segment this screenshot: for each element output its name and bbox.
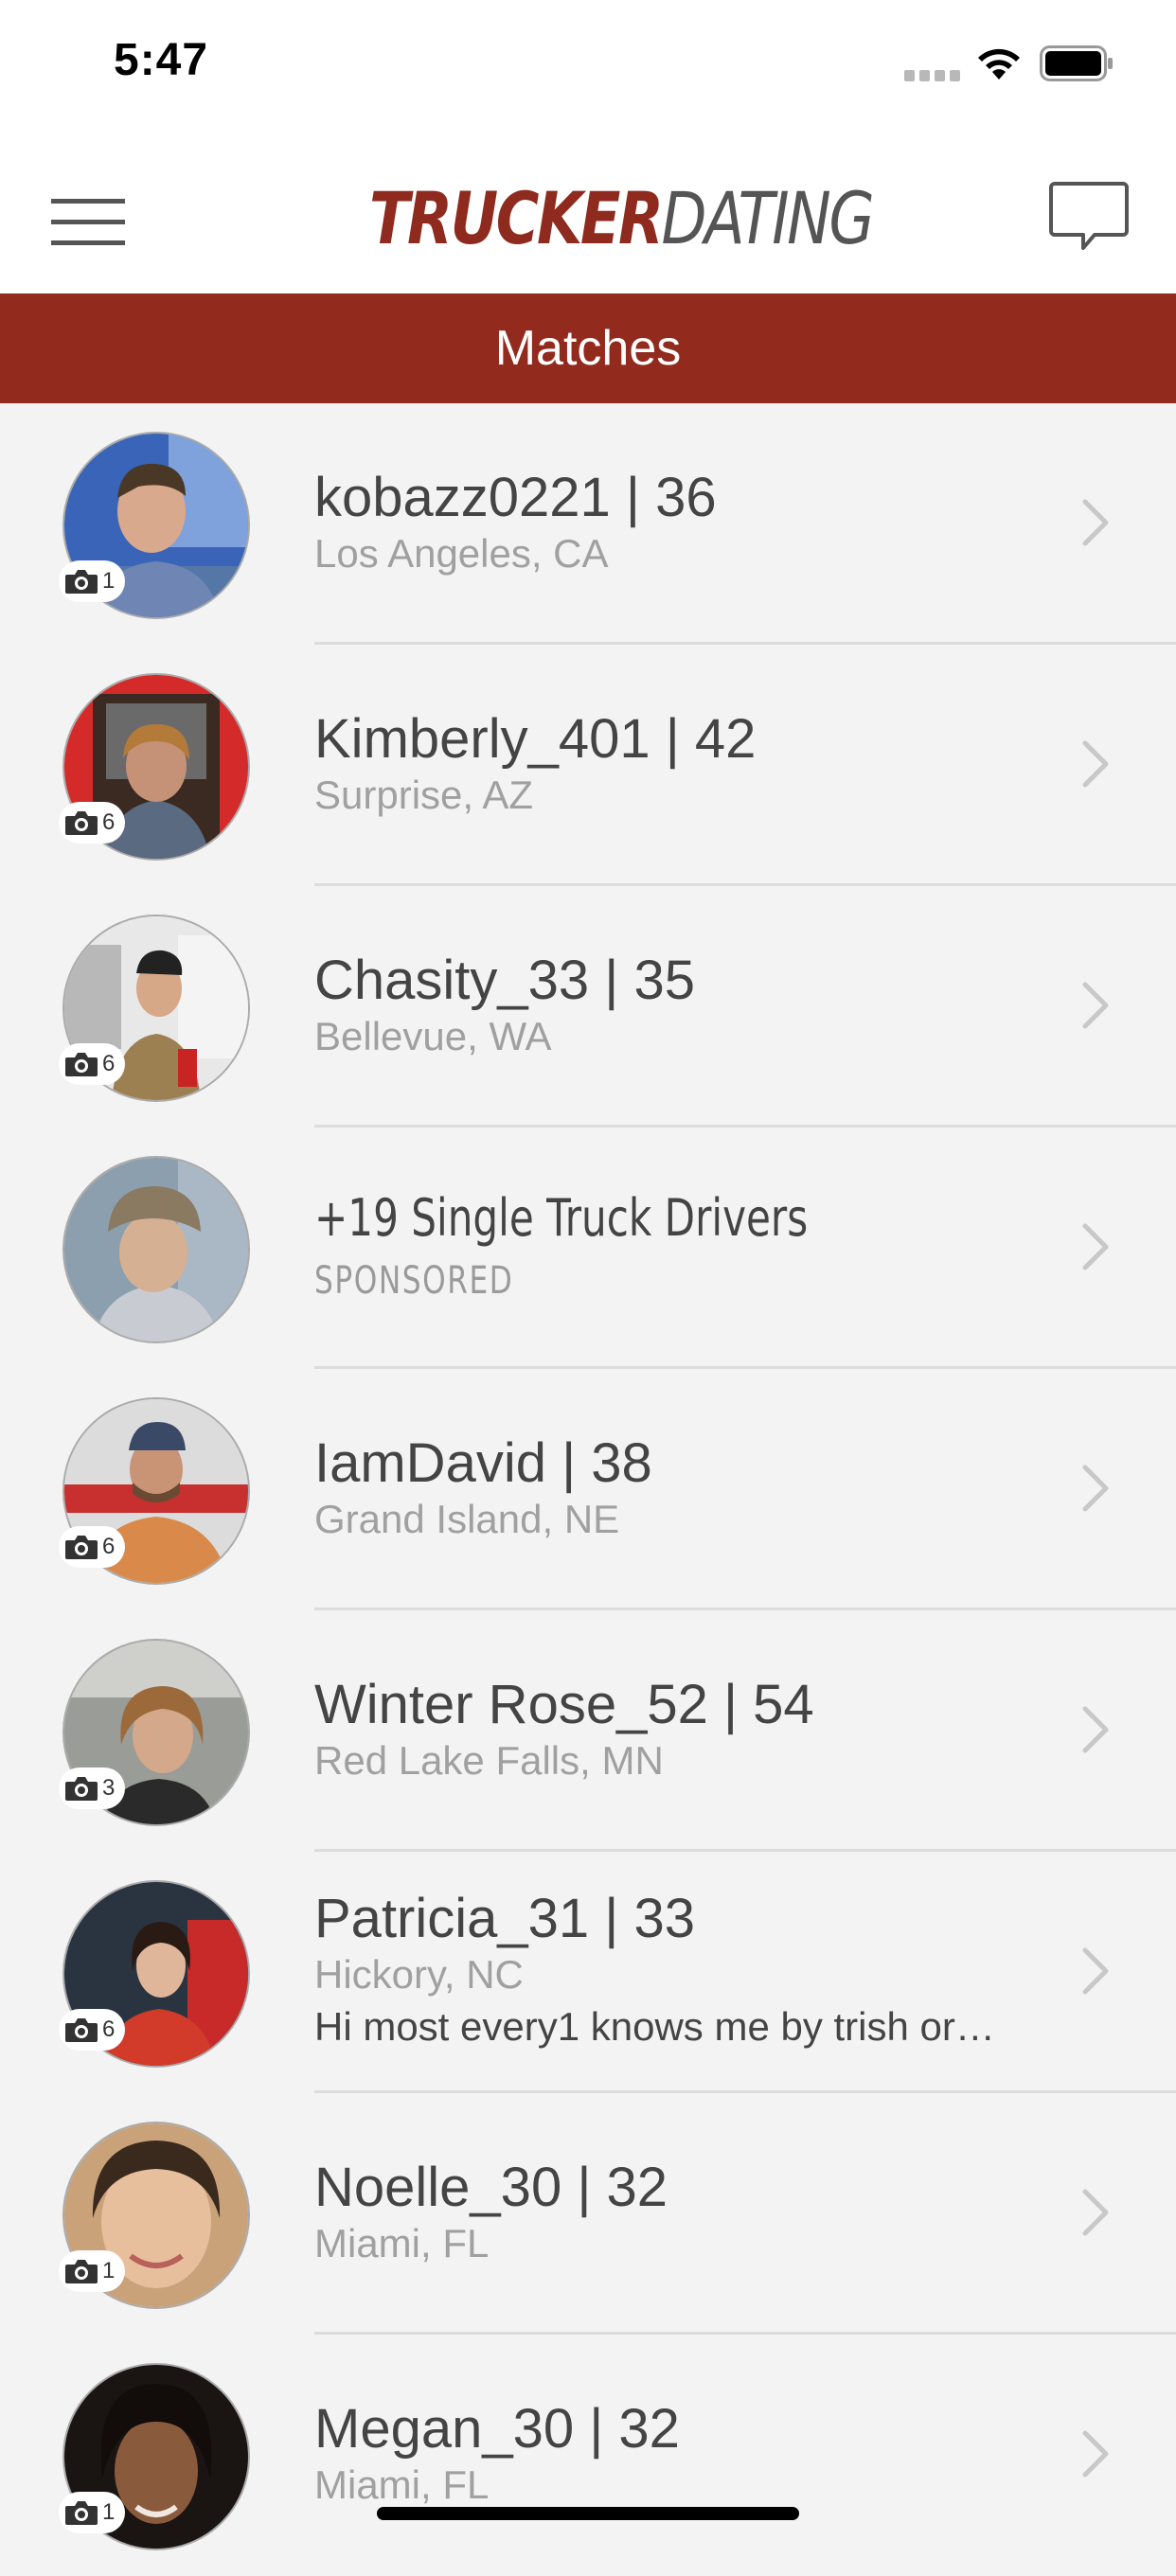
avatar-container: 3 [59,1639,250,1826]
chevron-right-icon [1082,2189,1109,2236]
sponsored-title: +19 Single Truck Drivers [314,1188,809,1248]
match-name: kobazz0221 | 36 [314,467,717,528]
status-bar: 5:47 [0,0,1176,133]
list-item[interactable]: 6 Kimberly_401 | 42 Surprise, AZ [0,645,1176,886]
sponsored-label: SPONSORED [314,1259,514,1303]
camera-icon [65,811,98,835]
photo-count: 1 [102,2499,116,2525]
match-location: Miami, FL [314,2462,490,2507]
chevron-right-icon [1082,1465,1109,1512]
photo-count: 1 [102,568,116,594]
photo-count: 3 [102,1775,116,1801]
photo-count: 6 [102,1534,116,1559]
match-location: Hickory, NC [314,1952,524,1997]
avatar-container: 6 [59,673,250,861]
photo-count-badge: 6 [59,1043,125,1085]
avatar-container: 1 [59,2363,250,2550]
avatar-container: 1 [59,432,250,619]
match-location: Surprise, AZ [314,773,534,817]
matches-list: 1 kobazz0221 | 36 Los Angeles, CA 6 Kimb… [0,403,1176,2576]
photo-count-badge: 3 [59,1768,125,1809]
match-location: Los Angeles, CA [314,531,609,576]
logo-text-dating: DATING [661,176,874,260]
match-bio-snippet: Hi most every1 knows me by trish or… [314,2004,995,2049]
photo-count: 1 [102,2258,116,2283]
photo-count: 6 [102,809,116,835]
status-time: 5:47 [114,35,209,85]
photo-count-badge: 1 [59,560,125,602]
photo-count-badge: 1 [59,2492,125,2533]
match-location: Red Lake Falls, MN [314,1738,664,1783]
avatar-container: 6 [59,915,250,1102]
list-item[interactable]: 3 Winter Rose_52 | 54 Red Lake Falls, MN [0,1610,1176,1852]
photo-count-badge: 6 [59,1526,125,1568]
list-item[interactable]: 1 Megan_30 | 32 Miami, FL [0,2335,1176,2576]
match-location: Grand Island, NE [314,1497,620,1541]
chevron-right-icon [1082,2430,1109,2478]
match-name: Patricia_31 | 33 [314,1888,695,1949]
match-name: IamDavid | 38 [314,1432,652,1494]
avatar-container [62,1156,250,1343]
hamburger-menu-icon[interactable] [45,189,131,256]
match-location: Miami, FL [314,2221,490,2265]
photo-count-badge: 1 [59,2250,125,2292]
page-title: Matches [494,321,682,376]
avatar-container: 6 [59,1880,250,2068]
match-name: Kimberly_401 | 42 [314,708,757,770]
avatar-container: 6 [59,1397,250,1585]
camera-icon [65,2018,98,2042]
match-name: Chasity_33 | 35 [314,950,695,1011]
camera-icon [65,1536,98,1559]
photo-count-badge: 6 [59,2009,125,2051]
list-item[interactable]: 6 Chasity_33 | 35 Bellevue, WA [0,886,1176,1128]
list-item[interactable]: 6 IamDavid | 38 Grand Island, NE [0,1369,1176,1610]
avatar [62,1156,250,1343]
match-name: Winter Rose_52 | 54 [314,1674,814,1735]
photo-count-badge: 6 [59,802,125,844]
list-item[interactable]: 6 Patricia_31 | 33 Hickory, NC Hi most e… [0,1852,1176,2093]
match-name: Megan_30 | 32 [314,2398,680,2460]
camera-icon [65,2260,98,2283]
chevron-right-icon [1082,499,1109,546]
chevron-right-icon [1082,1947,1109,1995]
chevron-right-icon [1082,740,1109,788]
wifi-icon [978,48,1020,80]
nav-bar: TRUCKERDATING [0,133,1176,293]
photo-count: 6 [102,2016,116,2042]
avatar-container: 1 [59,2122,250,2309]
camera-icon [65,570,98,594]
chevron-right-icon [1082,1706,1109,1753]
matches-header: Matches [0,293,1176,403]
camera-icon [65,2501,98,2525]
list-item[interactable]: 1 kobazz0221 | 36 Los Angeles, CA [0,403,1176,645]
chevron-right-icon [1082,1223,1109,1270]
camera-icon [65,1053,98,1076]
camera-icon [65,1777,98,1801]
match-name: Noelle_30 | 32 [314,2157,668,2218]
photo-count: 6 [102,1051,116,1076]
list-item[interactable]: 1 Noelle_30 | 32 Miami, FL [0,2093,1176,2335]
home-indicator[interactable] [377,2507,799,2520]
match-location: Bellevue, WA [314,1014,552,1058]
app-logo: TRUCKERDATING [369,176,875,261]
battery-icon [1040,45,1113,81]
chat-bubble-icon[interactable] [1049,180,1129,256]
logo-text-trucker: TRUCKER [369,176,664,260]
chevron-right-icon [1082,982,1109,1029]
cellular-signal-icon [904,70,960,81]
sponsored-list-item[interactable]: +19 Single Truck Drivers SPONSORED [0,1128,1176,1369]
